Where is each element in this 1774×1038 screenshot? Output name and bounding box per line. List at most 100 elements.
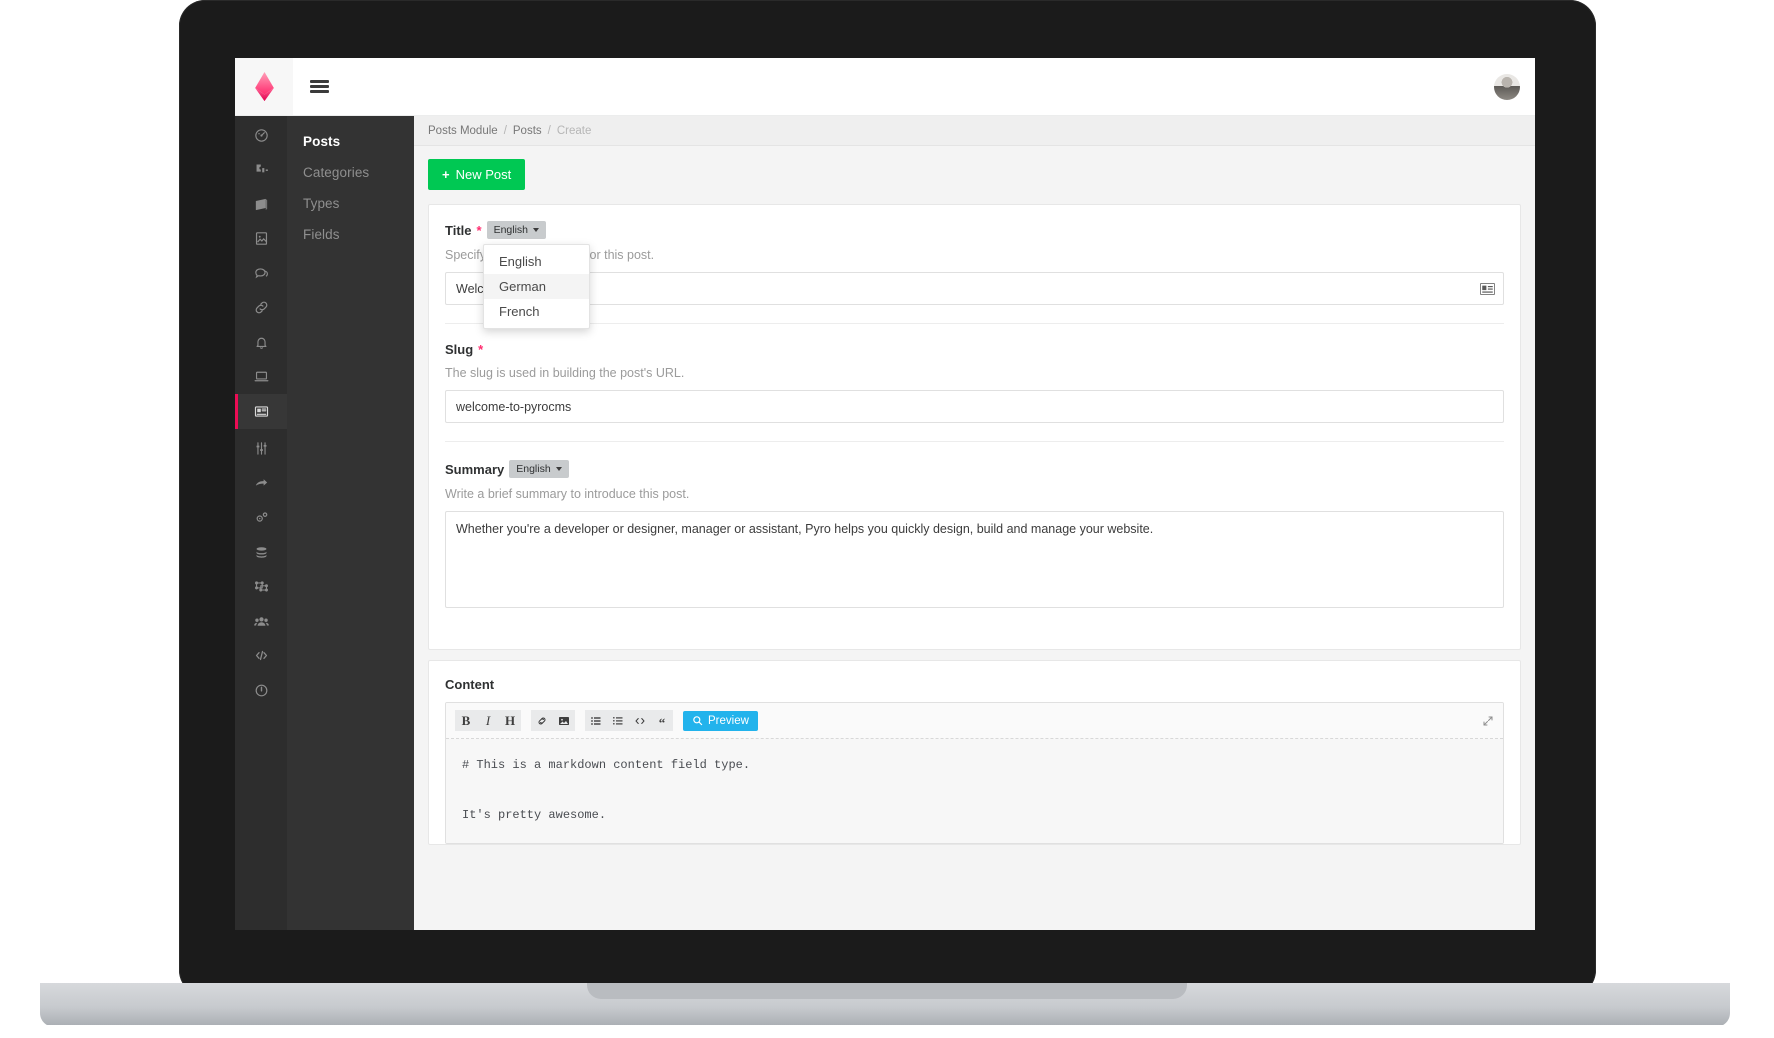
title-required-mark: *	[476, 222, 482, 238]
markdown-insert-group	[531, 710, 575, 731]
markdown-toolbar: B I H “ Preview	[446, 703, 1503, 739]
pages-book-icon	[255, 198, 267, 210]
language-option-label: German	[499, 279, 546, 294]
sidebar-item-types[interactable]: Types	[287, 188, 414, 219]
rail-item-pages[interactable]	[235, 187, 287, 222]
inline-code-button[interactable]	[629, 710, 651, 731]
rail-item-addons[interactable]	[235, 153, 287, 188]
rail-item-power[interactable]	[235, 673, 287, 708]
sidebar-item-categories[interactable]: Categories	[287, 157, 414, 188]
breadcrumb-separator: /	[547, 124, 551, 137]
breadcrumb-section[interactable]: Posts	[513, 125, 542, 137]
database-icon	[256, 547, 266, 558]
id-card-icon[interactable]	[1480, 282, 1495, 295]
expand-icon	[1483, 716, 1493, 725]
sidebar-item-label: Categories	[303, 165, 370, 180]
heading-button[interactable]: H	[499, 710, 521, 731]
title-language-button[interactable]: English	[486, 221, 547, 239]
post-fields-panel: Title * English Specify a descriptive ti…	[428, 204, 1521, 650]
title-input-wrap	[445, 272, 1504, 305]
rail-item-files[interactable]	[235, 222, 287, 257]
settings-sliders-icon	[256, 442, 266, 455]
summary-language-button[interactable]: English	[509, 460, 569, 478]
avatar[interactable]	[1479, 58, 1535, 115]
fullscreen-button[interactable]	[1482, 715, 1494, 727]
menu-toggle-button[interactable]	[293, 58, 345, 115]
rail-item-configuration[interactable]	[235, 501, 287, 536]
heading-label: H	[504, 712, 516, 728]
rail-item-settings[interactable]	[235, 432, 287, 467]
form-scroll-area[interactable]: Title * English Specify a descriptive ti…	[414, 204, 1535, 930]
preview-button[interactable]: Preview	[683, 710, 758, 731]
breadcrumb: Posts Module / Posts / Create	[414, 116, 1535, 146]
italic-button[interactable]: I	[477, 710, 499, 731]
field-title: Title * English Specify a descriptive ti…	[445, 221, 1504, 329]
redirects-arrow-icon	[255, 479, 267, 486]
blockquote-button[interactable]: “	[651, 710, 673, 731]
field-slug: Slug * The slug is used in building the …	[445, 342, 1504, 442]
code-icon	[635, 717, 645, 724]
breadcrumb-current: Create	[556, 124, 592, 137]
rail-item-redirects[interactable]	[235, 466, 287, 501]
rail-item-variables[interactable]	[235, 570, 287, 605]
slug-help-text: The slug is used in building the post's …	[445, 366, 685, 380]
pyrocms-flame-logo-icon	[254, 71, 274, 101]
rail-item-comments[interactable]	[235, 256, 287, 291]
rail-item-database[interactable]	[235, 535, 287, 570]
icon-rail	[235, 116, 287, 930]
preview-button-label: Preview	[708, 714, 749, 727]
rail-item-links[interactable]	[235, 291, 287, 326]
field-content: Content B I H “ Preview # This is a mark…	[445, 677, 1504, 844]
comments-icon	[254, 268, 268, 279]
slug-input[interactable]	[445, 390, 1504, 423]
title-input[interactable]	[445, 272, 1504, 305]
app-body: Posts Categories Types Fields Posts Modu…	[235, 116, 1535, 930]
breadcrumb-module[interactable]: Posts Module	[428, 125, 498, 137]
italic-label: I	[485, 712, 491, 728]
image-icon	[559, 716, 569, 725]
code-icon	[255, 651, 267, 661]
language-option-german[interactable]: German	[484, 274, 589, 299]
content-label: Content	[445, 677, 495, 692]
slug-required-mark: *	[478, 342, 484, 357]
variables-nodes-icon	[254, 581, 268, 592]
laptop-foot-shadow	[0, 1025, 1774, 1035]
rail-item-dashboard[interactable]	[235, 118, 287, 153]
rail-item-posts[interactable]	[235, 394, 287, 429]
page-toolbar: + New Post	[414, 146, 1535, 204]
unordered-list-button[interactable]	[585, 710, 607, 731]
rail-item-users[interactable]	[235, 604, 287, 639]
rail-item-preferences[interactable]	[235, 360, 287, 395]
summary-label: Summary	[445, 461, 505, 477]
sidebar-item-posts[interactable]: Posts	[287, 126, 414, 157]
content-panel: Content B I H “ Preview # This is a mark…	[428, 660, 1521, 845]
ordered-list-button[interactable]	[607, 710, 629, 731]
rail-item-notifications[interactable]	[235, 325, 287, 360]
language-option-french[interactable]: French	[484, 299, 589, 324]
users-group-icon	[253, 617, 269, 626]
sidebar-item-label: Posts	[303, 134, 341, 149]
search-icon	[693, 716, 703, 726]
insert-link-button[interactable]	[531, 710, 553, 731]
plus-icon: +	[442, 167, 450, 182]
puzzle-addons-icon	[256, 164, 268, 173]
brand-logo[interactable]	[235, 58, 293, 115]
insert-image-button[interactable]	[553, 710, 575, 731]
preferences-laptop-icon	[254, 371, 268, 382]
dashboard-icon	[254, 129, 268, 142]
new-post-button[interactable]: + New Post	[428, 159, 526, 190]
title-language-dropdown[interactable]: English German French	[483, 244, 590, 329]
title-help-text: Specify a descriptive title for this pos…	[445, 248, 655, 262]
summary-help-text: Write a brief summary to introduce this …	[445, 487, 690, 501]
bold-button[interactable]: B	[455, 710, 477, 731]
rail-item-code[interactable]	[235, 639, 287, 674]
sidebar-item-fields[interactable]: Fields	[287, 219, 414, 250]
links-chain-icon	[255, 301, 267, 314]
content-panel-inner: Content B I H “ Preview # This is a mark…	[429, 661, 1520, 844]
summary-textarea[interactable]: Whether you're a developer or designer, …	[445, 511, 1504, 608]
link-icon	[538, 717, 546, 724]
slug-label-row: Slug *	[445, 342, 1504, 357]
posts-news-icon	[254, 406, 268, 417]
markdown-textarea[interactable]: # This is a markdown content field type.…	[446, 739, 1503, 843]
language-option-english[interactable]: English	[484, 249, 589, 274]
